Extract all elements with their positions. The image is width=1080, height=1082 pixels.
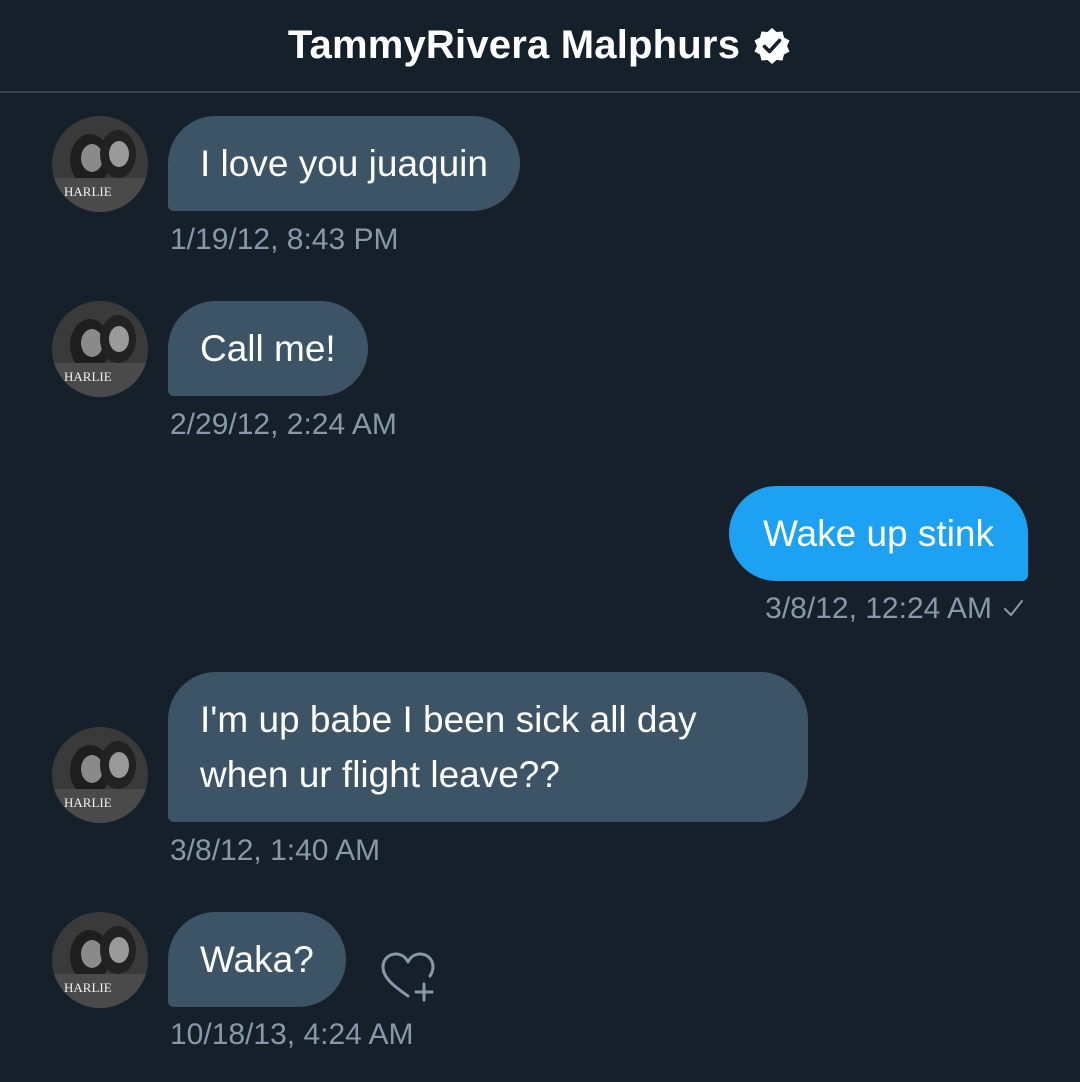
avatar-caption: HARLIE xyxy=(64,795,112,810)
sender-avatar[interactable]: HARLIE xyxy=(52,116,148,212)
message-bubble-outgoing[interactable]: Wake up stink xyxy=(729,486,1028,581)
conversation-header: TammyRivera Malphurs xyxy=(0,0,1080,93)
verified-badge-icon xyxy=(752,26,792,66)
avatar-caption: HARLIE xyxy=(64,980,112,995)
message-timestamp: 3/8/12, 1:40 AM xyxy=(170,834,381,867)
check-icon xyxy=(1002,593,1024,627)
message-bubble[interactable]: I love you juaquin xyxy=(168,116,520,211)
message-bubble[interactable]: I'm up babe I been sick all day when ur … xyxy=(168,672,808,822)
conversation-title[interactable]: TammyRivera Malphurs xyxy=(288,23,740,68)
message-timestamp: 3/8/12, 12:24 AM xyxy=(765,592,992,625)
avatar-caption: HARLIE xyxy=(64,369,112,384)
message-timestamp: 1/19/12, 8:43 PM xyxy=(170,223,399,256)
message-timestamp-outgoing: 3/8/12, 12:24 AM xyxy=(765,592,1024,627)
sender-avatar[interactable]: HARLIE xyxy=(52,301,148,397)
sender-avatar[interactable]: HARLIE xyxy=(52,912,148,1008)
message-bubble[interactable]: Call me! xyxy=(168,301,368,396)
heart-plus-icon[interactable] xyxy=(378,948,438,1008)
message-timestamp: 10/18/13, 4:24 AM xyxy=(170,1018,414,1051)
message-timestamp: 2/29/12, 2:24 AM xyxy=(170,408,397,441)
message-bubble[interactable]: Waka? xyxy=(168,912,346,1007)
avatar-caption: HARLIE xyxy=(64,184,112,199)
sender-avatar[interactable]: HARLIE xyxy=(52,727,148,823)
